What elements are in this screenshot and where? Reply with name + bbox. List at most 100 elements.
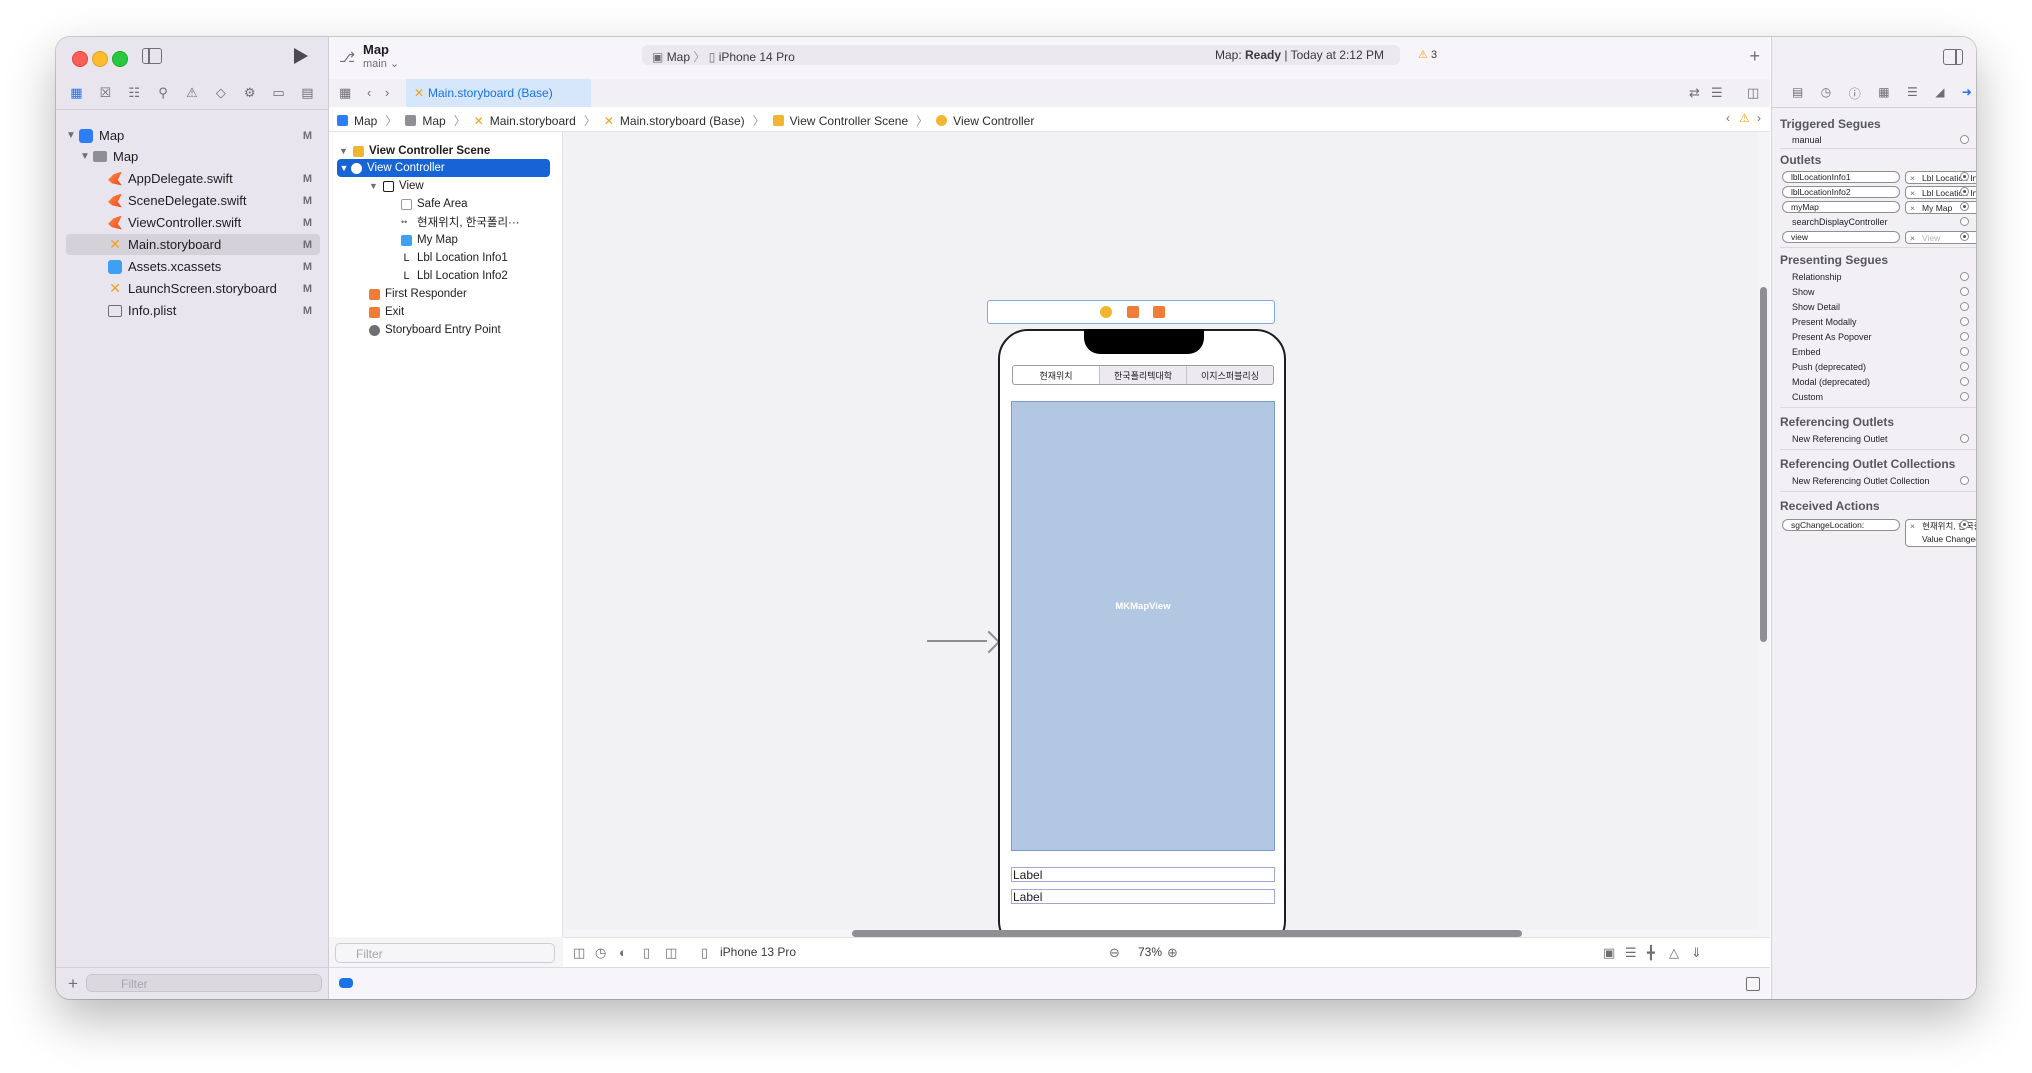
- tree-item-group[interactable]: ▼ Map: [66, 146, 320, 167]
- outline-segmented-control[interactable]: •• 현재위치, 한국폴리···: [401, 213, 520, 231]
- outlet-pill[interactable]: myMap: [1782, 201, 1900, 213]
- exit-icon[interactable]: [1153, 306, 1165, 318]
- clock-icon[interactable]: ◷: [595, 945, 606, 961]
- segment-current-location[interactable]: 현재위치: [1013, 366, 1099, 384]
- outline-my-map[interactable]: My Map: [401, 231, 458, 249]
- first-responder-icon[interactable]: [1127, 306, 1139, 318]
- outline-filter-input[interactable]: Filter: [335, 943, 555, 963]
- history-icon[interactable]: ◷: [1821, 85, 1831, 102]
- navigator-filter-input[interactable]: Filter: [86, 974, 322, 992]
- tree-item-file[interactable]: Info.plist M: [66, 300, 320, 321]
- segment-easys-publishing[interactable]: 이지스퍼블리싱: [1186, 366, 1273, 384]
- connection-circle[interactable]: [1960, 272, 1969, 281]
- device-selector[interactable]: iPhone 13 Pro: [720, 945, 796, 959]
- folder-icon[interactable]: ▦: [67, 85, 85, 101]
- zoom-in-icon[interactable]: ⊕: [1167, 945, 1178, 961]
- connection-circle[interactable]: [1960, 187, 1969, 196]
- connection-circle[interactable]: [1960, 392, 1969, 401]
- orientation-icon[interactable]: ▯: [643, 945, 650, 961]
- connections-icon[interactable]: ➜: [1962, 85, 1972, 102]
- embed-in-icon[interactable]: ⇓: [1691, 945, 1702, 961]
- size-ruler-icon[interactable]: ◢: [1935, 85, 1944, 102]
- segmented-control[interactable]: 현재위치 한국폴리텍대학 이지스퍼블리싱: [1012, 365, 1274, 385]
- grid-icon[interactable]: ▦: [339, 85, 351, 101]
- breadcrumb-item[interactable]: Map: [422, 114, 445, 128]
- connection-circle[interactable]: [1960, 476, 1969, 485]
- back-chevron-icon[interactable]: ‹: [1726, 111, 1730, 125]
- lines-icon[interactable]: ☰: [1711, 85, 1723, 101]
- tree-item-file[interactable]: AppDelegate.swift M: [66, 168, 320, 189]
- tree-item-file[interactable]: SceneDelegate.swift M: [66, 190, 320, 211]
- update-frames-icon[interactable]: ▣: [1603, 945, 1615, 961]
- iphone-frame[interactable]: 현재위치 한국폴리텍대학 이지스퍼블리싱 MKMapView Label Lab…: [998, 329, 1286, 951]
- swap-arrows-icon[interactable]: ⇄: [1689, 85, 1700, 101]
- tab-main-storyboard[interactable]: ✕ Main.storyboard (Base): [406, 79, 591, 107]
- outline-first-responder[interactable]: First Responder: [369, 285, 467, 303]
- outline-entry-point[interactable]: Storyboard Entry Point: [369, 321, 501, 339]
- outline-view-controller[interactable]: ▼ View Controller: [337, 159, 550, 177]
- outlet-pill[interactable]: lblLocationInfo1: [1782, 171, 1900, 183]
- tree-item-file[interactable]: ✕ LaunchScreen.storyboard M: [66, 278, 320, 299]
- location-label-2[interactable]: Label: [1011, 889, 1275, 904]
- connection-circle[interactable]: [1960, 302, 1969, 311]
- breadcrumb-item[interactable]: Main.storyboard (Base): [620, 114, 745, 128]
- search-icon[interactable]: ⚲: [154, 85, 172, 101]
- connection-circle[interactable]: [1960, 434, 1969, 443]
- add-constraints-icon[interactable]: ╋: [1647, 945, 1655, 961]
- breadcrumb-item[interactable]: View Controller: [953, 114, 1034, 128]
- attributes-icon[interactable]: ☰: [1907, 85, 1918, 102]
- report-icon[interactable]: ▤: [298, 85, 316, 101]
- chevron-down-icon[interactable]: ▼: [337, 163, 351, 173]
- outline-scene[interactable]: ▼ View Controller Scene: [339, 142, 490, 160]
- vertical-scrollbar[interactable]: [1760, 287, 1767, 642]
- branch-selector[interactable]: main ⌄: [363, 57, 399, 70]
- connection-circle[interactable]: [1960, 347, 1969, 356]
- device-icon[interactable]: ▯: [701, 945, 708, 961]
- scene-dock[interactable]: [987, 300, 1275, 324]
- test-diamond-icon[interactable]: ◇: [212, 85, 230, 101]
- outlet-pill[interactable]: view: [1782, 231, 1900, 243]
- storyboard-canvas[interactable]: 현재위치 한국폴리텍대학 이지스퍼블리싱 MKMapView Label Lab…: [563, 132, 1758, 951]
- symbol-icon[interactable]: ☷: [125, 85, 143, 101]
- appearance-icon[interactable]: ◐: [619, 945, 627, 960]
- debug-toggle-button[interactable]: [339, 978, 353, 988]
- issue-warning-icon[interactable]: ⚠: [183, 85, 201, 101]
- disconnect-x-icon[interactable]: ×: [1910, 172, 1915, 183]
- run-button[interactable]: [294, 48, 308, 64]
- inspector-toggle-icon[interactable]: [1943, 49, 1963, 65]
- outline-exit[interactable]: Exit: [369, 303, 404, 321]
- tree-item-project[interactable]: ▼ Map M: [66, 125, 320, 146]
- add-editor-icon[interactable]: ◫: [1747, 85, 1759, 101]
- chevron-down-icon[interactable]: ▼: [80, 151, 90, 162]
- disconnect-x-icon[interactable]: ×: [1910, 202, 1915, 213]
- help-icon[interactable]: ⓘ: [1849, 85, 1861, 102]
- identity-icon[interactable]: ▦: [1878, 85, 1889, 102]
- view-controller-icon[interactable]: [1100, 306, 1112, 318]
- segment-polytech[interactable]: 한국폴리텍대학: [1099, 366, 1186, 384]
- connection-circle[interactable]: [1960, 202, 1969, 211]
- forward-chevron-icon[interactable]: ›: [1757, 111, 1761, 125]
- chevron-down-icon[interactable]: ▼: [339, 146, 353, 156]
- outlet-pill[interactable]: lblLocationInfo2: [1782, 186, 1900, 198]
- connection-circle[interactable]: [1960, 362, 1969, 371]
- horizontal-scrollbar[interactable]: [852, 930, 1522, 937]
- outline-safe-area[interactable]: Safe Area: [401, 195, 468, 213]
- layout-icon[interactable]: ◫: [665, 945, 677, 961]
- sidebar-toggle-icon[interactable]: [142, 48, 162, 64]
- debug-spray-icon[interactable]: ⚙: [241, 85, 259, 101]
- location-label-1[interactable]: Label: [1011, 867, 1275, 882]
- outline-view[interactable]: ▼ View: [369, 177, 424, 195]
- forward-chevron-icon[interactable]: ›: [385, 85, 389, 100]
- outline-label-1[interactable]: L Lbl Location Info1: [401, 249, 507, 267]
- align-icon[interactable]: ☰: [1625, 945, 1637, 961]
- library-add-button[interactable]: +: [1749, 46, 1760, 67]
- scheme-selector[interactable]: ▣ Map 〉 ▯ iPhone 14 Pro: [652, 48, 795, 65]
- zoom-out-icon[interactable]: ⊖: [1109, 945, 1120, 961]
- outline-toggle-icon[interactable]: ◫: [573, 945, 585, 961]
- connection-circle[interactable]: [1960, 377, 1969, 386]
- minimize-window-button[interactable]: [92, 51, 108, 67]
- connection-circle[interactable]: [1960, 332, 1969, 341]
- connection-circle[interactable]: [1960, 135, 1969, 144]
- debug-area-toggle-icon[interactable]: [1746, 977, 1760, 991]
- connection-circle[interactable]: [1960, 172, 1969, 181]
